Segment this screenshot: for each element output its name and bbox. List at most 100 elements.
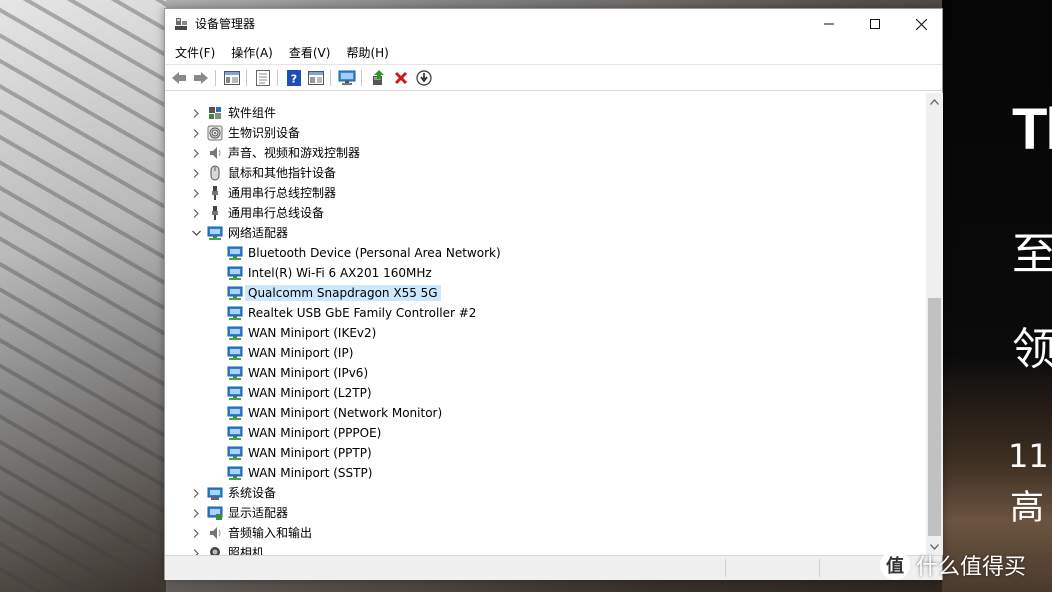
tree-item-label: 软件组件: [228, 106, 277, 120]
expand-toggle[interactable]: [190, 543, 202, 555]
tree-device-item[interactable]: WAN Miniport (IPv6): [165, 363, 926, 383]
expand-toggle[interactable]: [190, 103, 202, 123]
tree-category[interactable]: 音频输入和输出: [165, 523, 926, 543]
toolbar-separator: [215, 70, 216, 86]
properties-button[interactable]: [253, 68, 273, 88]
speaker-icon: [207, 525, 223, 541]
toolbar-separator: [277, 70, 278, 86]
tree-category[interactable]: 生物识别设备: [165, 123, 926, 143]
expand-toggle[interactable]: [190, 183, 202, 203]
watermark: 值 什么值得买: [880, 548, 1026, 582]
tree-category[interactable]: 通用串行总线控制器: [165, 183, 926, 203]
expand-toggle[interactable]: [190, 223, 202, 243]
tree-item-label: Qualcomm Snapdragon X55 5G: [245, 285, 441, 301]
scroll-up-button[interactable]: [926, 93, 943, 110]
network-adapter-icon: [227, 445, 243, 461]
tree-category[interactable]: 软件组件: [165, 103, 926, 123]
minimize-button[interactable]: [806, 9, 852, 39]
device-tree[interactable]: 软件组件生物识别设备声音、视频和游戏控制器鼠标和其他指针设备通用串行总线控制器通…: [165, 93, 926, 555]
tree-device-item[interactable]: WAN Miniport (L2TP): [165, 383, 926, 403]
tree-item-label: 生物识别设备: [228, 126, 301, 140]
close-icon: [915, 18, 927, 30]
expand-toggle[interactable]: [190, 123, 202, 143]
tree-item-label: 声音、视频和游戏控制器: [228, 146, 361, 160]
network-adapter-icon: [227, 425, 243, 441]
maximize-icon: [870, 19, 880, 29]
view-button[interactable]: [306, 68, 326, 88]
vertical-scrollbar[interactable]: [926, 93, 943, 555]
maximize-button[interactable]: [852, 9, 898, 39]
network-adapter-icon: [227, 345, 243, 361]
chevron-right-icon: [193, 108, 199, 118]
expand-toggle[interactable]: [190, 163, 202, 183]
help-button[interactable]: ?: [284, 68, 304, 88]
expand-toggle[interactable]: [190, 143, 202, 163]
tree-category[interactable]: 网络适配器: [165, 223, 926, 243]
close-button[interactable]: [898, 9, 944, 39]
menu-action[interactable]: 操作(A): [225, 41, 279, 63]
tree-item-label: Bluetooth Device (Personal Area Network): [248, 246, 501, 260]
tree-device-item[interactable]: WAN Miniport (PPTP): [165, 443, 926, 463]
menu-view[interactable]: 查看(V): [283, 41, 337, 63]
back-button[interactable]: [169, 68, 189, 88]
watermark-text: 什么值得买: [916, 555, 1027, 580]
tree-category[interactable]: 声音、视频和游戏控制器: [165, 143, 926, 163]
tree-item-label: 通用串行总线控制器: [228, 186, 337, 200]
tree-category[interactable]: 显示适配器: [165, 503, 926, 523]
expand-toggle[interactable]: [190, 483, 202, 503]
tree-device-item[interactable]: WAN Miniport (IKEv2): [165, 323, 926, 343]
disable-icon: [416, 70, 432, 86]
device-manager-window: 设备管理器 文件(F) 操作(A) 查看(V) 帮助(H) ? 软件组件 生物识…: [164, 8, 943, 580]
tree-item-label: WAN Miniport (L2TP): [248, 386, 372, 400]
chevron-right-icon: [193, 208, 199, 218]
tree-item-label: WAN Miniport (Network Monitor): [248, 406, 443, 420]
background-ad-panel: Th 至 领 11 高: [942, 0, 1052, 592]
expand-toggle[interactable]: [190, 503, 202, 523]
update-driver-button[interactable]: [368, 68, 388, 88]
tree-category[interactable]: 通用串行总线设备: [165, 203, 926, 223]
scrollbar-thumb[interactable]: [928, 298, 941, 536]
forward-button[interactable]: [191, 68, 211, 88]
tree-item-label: WAN Miniport (IKEv2): [248, 326, 377, 340]
uninstall-icon: [394, 71, 408, 85]
tree-device-item[interactable]: WAN Miniport (SSTP): [165, 463, 926, 483]
chevron-right-icon: [193, 148, 199, 158]
view-icon: [308, 71, 324, 85]
scan-hardware-button[interactable]: [337, 68, 357, 88]
expand-toggle[interactable]: [190, 523, 202, 543]
tree-item-label: 系统设备: [228, 486, 277, 500]
title-bar[interactable]: 设备管理器: [165, 9, 942, 39]
tree-device-item[interactable]: WAN Miniport (PPPOE): [165, 423, 926, 443]
show-hide-tree-button[interactable]: [222, 68, 242, 88]
properties-icon: [256, 70, 270, 86]
network-adapter-icon: [227, 465, 243, 481]
tree-category[interactable]: 照相机: [165, 543, 926, 555]
uninstall-button[interactable]: [391, 68, 411, 88]
tree-device-item[interactable]: Bluetooth Device (Personal Area Network): [165, 243, 926, 263]
menu-file[interactable]: 文件(F): [169, 41, 221, 63]
tree-device-item[interactable]: WAN Miniport (Network Monitor): [165, 403, 926, 423]
tree-device-item[interactable]: Realtek USB GbE Family Controller #2: [165, 303, 926, 323]
minimize-icon: [824, 23, 834, 25]
expand-toggle[interactable]: [190, 203, 202, 223]
chevron-right-icon: [193, 488, 199, 498]
tree-category[interactable]: 鼠标和其他指针设备: [165, 163, 926, 183]
tree-device-item[interactable]: Intel(R) Wi-Fi 6 AX201 160MHz: [165, 263, 926, 283]
tree-item-label: WAN Miniport (IP): [248, 346, 354, 360]
menu-help[interactable]: 帮助(H): [340, 41, 394, 63]
network-adapter-icon: [227, 385, 243, 401]
usb-icon: [207, 205, 223, 221]
display-adapter-icon: [207, 505, 223, 521]
disable-device-button[interactable]: [414, 68, 434, 88]
tree-item-label: WAN Miniport (PPTP): [248, 446, 372, 460]
tree-category[interactable]: 系统设备: [165, 483, 926, 503]
chevron-up-icon: [930, 98, 939, 105]
tree-device-item[interactable]: Qualcomm Snapdragon X55 5G: [165, 283, 926, 303]
window-title: 设备管理器: [195, 17, 256, 31]
status-segment: [819, 559, 820, 577]
network-adapter-icon: [207, 225, 223, 241]
network-adapter-icon: [227, 365, 243, 381]
tree-item-label: 照相机: [228, 546, 265, 555]
tree-device-item[interactable]: WAN Miniport (IP): [165, 343, 926, 363]
watermark-logo: 值: [880, 550, 910, 580]
